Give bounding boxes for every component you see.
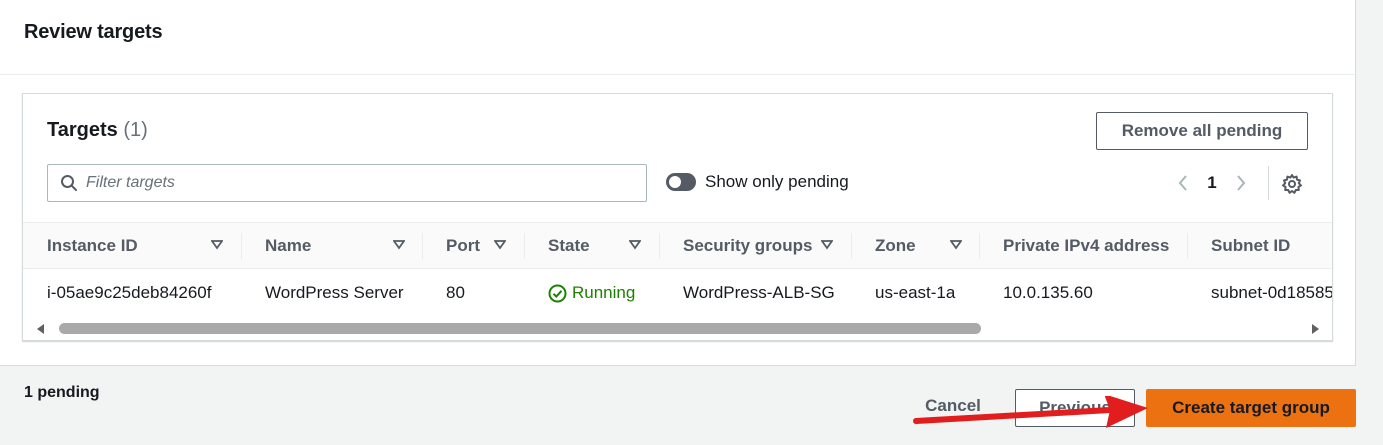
search-icon [61, 175, 77, 191]
column-divider[interactable] [241, 233, 242, 259]
horizontal-scrollbar[interactable] [23, 319, 1332, 339]
cell-instance-id: i-05ae9c25deb84260f [47, 283, 212, 302]
column-divider[interactable] [979, 233, 980, 259]
pagination: 1 [1171, 171, 1253, 195]
column-divider[interactable] [524, 233, 525, 259]
targets-count: (1) [123, 119, 148, 141]
filter-targets-input[interactable] [86, 174, 626, 192]
cancel-button[interactable]: Cancel [908, 391, 998, 421]
column-divider[interactable] [1187, 233, 1188, 259]
column-header-subnet-id[interactable]: Subnet ID [1211, 223, 1290, 269]
caret-down-icon[interactable] [393, 240, 405, 250]
targets-title: Targets (1) [47, 119, 148, 142]
targets-table: Instance ID Name Port State Security gro… [23, 222, 1332, 341]
remove-all-pending-button[interactable]: Remove all pending [1096, 112, 1308, 150]
column-header-state[interactable]: State [548, 223, 590, 269]
cell-security-groups: WordPress-ALB-SG [683, 283, 835, 302]
create-target-group-button[interactable]: Create target group [1146, 389, 1356, 427]
table-row: i-05ae9c25deb84260f WordPress Server 80 … [23, 269, 1332, 317]
cell-name: WordPress Server [265, 283, 404, 302]
cell-state: Running [548, 269, 635, 317]
caret-down-icon[interactable] [821, 240, 833, 250]
cell-zone: us-east-1a [875, 283, 956, 302]
targets-title-text: Targets [47, 119, 118, 141]
caret-down-icon[interactable] [494, 240, 506, 250]
divider [0, 74, 1355, 75]
scroll-right-icon[interactable] [1308, 322, 1322, 336]
previous-button[interactable]: Previous [1015, 389, 1135, 427]
review-targets-panel: Review targets Targets (1) Remove all pe… [0, 0, 1356, 366]
filter-targets-field[interactable] [47, 164, 647, 202]
chevron-left-icon[interactable] [1171, 171, 1195, 195]
caret-down-icon[interactable] [950, 240, 962, 250]
column-header-security-groups[interactable]: Security groups [683, 223, 812, 269]
column-header-instance-id[interactable]: Instance ID [47, 223, 138, 269]
column-header-name[interactable]: Name [265, 223, 311, 269]
section-title: Review targets [24, 21, 163, 43]
column-divider[interactable] [851, 233, 852, 259]
targets-container: Targets (1) Remove all pending Show only… [22, 93, 1333, 341]
cell-port: 80 [446, 283, 465, 302]
column-divider[interactable] [659, 233, 660, 259]
column-header-zone[interactable]: Zone [875, 223, 916, 269]
table-header: Instance ID Name Port State Security gro… [23, 222, 1332, 269]
column-header-private-ipv4[interactable]: Private IPv4 address [1003, 223, 1169, 269]
chevron-right-icon[interactable] [1229, 171, 1253, 195]
page-number[interactable]: 1 [1195, 173, 1229, 193]
cell-subnet-id: subnet-0d18585 [1211, 283, 1332, 302]
caret-down-icon[interactable] [629, 240, 641, 250]
toggle-label: Show only pending [705, 172, 849, 191]
caret-down-icon[interactable] [211, 240, 223, 250]
state-label: Running [572, 283, 636, 302]
gear-icon[interactable] [1281, 173, 1305, 197]
column-divider[interactable] [422, 233, 423, 259]
toggle-switch[interactable] [666, 173, 696, 191]
check-circle-icon [548, 284, 567, 302]
scrollbar-thumb[interactable] [59, 323, 981, 334]
scroll-left-icon[interactable] [34, 322, 48, 336]
cell-private-ipv4: 10.0.135.60 [1003, 283, 1093, 302]
pager-divider [1268, 166, 1269, 200]
show-only-pending-toggle[interactable]: Show only pending [666, 172, 849, 192]
pending-count: 1 pending [24, 384, 100, 401]
column-header-port[interactable]: Port [446, 223, 480, 269]
toggle-knob [669, 176, 681, 188]
